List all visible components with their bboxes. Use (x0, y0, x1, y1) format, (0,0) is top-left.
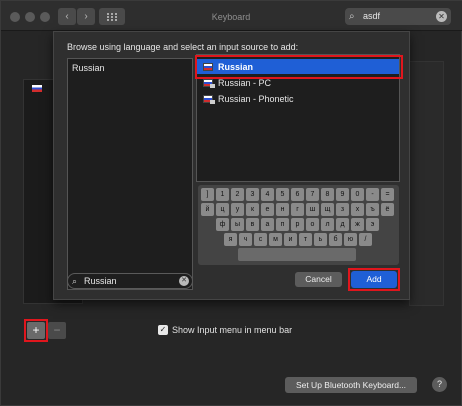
key: к (246, 203, 259, 216)
key: ц (216, 203, 229, 216)
key: 5 (276, 188, 289, 201)
us-flag-icon (32, 85, 42, 92)
sheet-prompt: Browse using language and select an inpu… (67, 42, 299, 52)
keyboard-row-2: й ц у к е н г ш щ з х ъ ё (201, 203, 394, 216)
key: з (336, 203, 349, 216)
language-search-value: Russian (84, 276, 117, 286)
key: 3 (246, 188, 259, 201)
key: в (246, 218, 259, 231)
add-button-highlight (348, 268, 400, 291)
key: я (224, 233, 237, 246)
keyboard-row-5 (238, 248, 356, 261)
key: ю (344, 233, 357, 246)
key: х (351, 203, 364, 216)
show-input-menu-label: Show Input menu in menu bar (172, 325, 293, 335)
key: ы (231, 218, 244, 231)
setup-bluetooth-keyboard-button[interactable]: Set Up Bluetooth Keyboard... (285, 377, 417, 393)
key: ъ (366, 203, 379, 216)
language-list[interactable]: Russian (67, 58, 193, 290)
preferences-search-value: asdf (363, 11, 381, 21)
source-item-russian-phonetic[interactable]: Russian - Phonetic (197, 91, 399, 106)
key: т (299, 233, 312, 246)
key: о (306, 218, 319, 231)
key: 1 (216, 188, 229, 201)
forward-button[interactable]: › (77, 8, 95, 25)
key: щ (321, 203, 334, 216)
key: л (321, 218, 334, 231)
source-label: Russian - PC (218, 77, 272, 88)
key: ь (314, 233, 327, 246)
clear-search-icon[interactable]: ✕ (179, 276, 189, 286)
help-button[interactable]: ? (432, 377, 447, 392)
key: у (231, 203, 244, 216)
keyboard-row-1: ] 1 2 3 4 5 6 7 8 9 0 - = (201, 188, 394, 201)
window-title: Keyboard (211, 12, 251, 22)
close-window-button[interactable] (10, 12, 20, 22)
selected-source-highlight (195, 55, 403, 79)
key: р (291, 218, 304, 231)
key: й (201, 203, 214, 216)
key: 9 (336, 188, 349, 201)
key: 0 (351, 188, 364, 201)
language-search-field[interactable]: ⌕ Russian ✕ (67, 273, 193, 289)
key: ш (306, 203, 319, 216)
search-icon: ⌕ (72, 276, 78, 286)
clear-search-icon[interactable]: ✕ (436, 11, 447, 22)
key: а (261, 218, 274, 231)
show-all-button[interactable] (99, 8, 125, 25)
keyboard-layout-preview: ] 1 2 3 4 5 6 7 8 9 0 - = й ц у к е н г … (198, 185, 399, 265)
key: н (276, 203, 289, 216)
source-label: Russian - Phonetic (218, 93, 294, 104)
show-input-menu-option[interactable]: ✓ Show Input menu in menu bar (158, 325, 292, 335)
search-icon: ⌕ (349, 11, 355, 22)
key: 4 (261, 188, 274, 201)
russian-flag-icon (203, 78, 215, 88)
key: 7 (306, 188, 319, 201)
key: ё (381, 203, 394, 216)
key: ч (239, 233, 252, 246)
key: г (291, 203, 304, 216)
key: = (381, 188, 394, 201)
back-button[interactable]: ‹ (58, 8, 76, 25)
key: 8 (321, 188, 334, 201)
russian-flag-icon (203, 94, 215, 104)
language-item-russian[interactable]: Russian (72, 63, 105, 73)
show-input-menu-checkbox[interactable]: ✓ (158, 325, 168, 335)
key: ф (216, 218, 229, 231)
input-source-preview-panel (409, 61, 444, 306)
keyboard-preferences-window: ‹ › Keyboard ⌕ asdf ✕ + − ✓ Show Input m… (0, 0, 462, 406)
keyboard-row-4: я ч с м и т ь б ю / (224, 233, 372, 246)
key: б (329, 233, 342, 246)
key: э (366, 218, 379, 231)
spacebar-key (238, 248, 356, 261)
key: п (276, 218, 289, 231)
key: 2 (231, 188, 244, 201)
key: - (366, 188, 379, 201)
key: / (359, 233, 372, 246)
key: м (269, 233, 282, 246)
key: с (254, 233, 267, 246)
minimize-window-button[interactable] (25, 12, 35, 22)
key: е (261, 203, 274, 216)
remove-input-source-button[interactable]: − (48, 322, 66, 339)
add-button-highlight (24, 319, 48, 342)
key: д (336, 218, 349, 231)
title-bar: ‹ › Keyboard ⌕ asdf ✕ (1, 1, 462, 31)
zoom-window-button[interactable] (40, 12, 50, 22)
preferences-search-field[interactable]: ⌕ asdf ✕ (345, 8, 451, 25)
add-input-source-sheet: Browse using language and select an inpu… (53, 31, 410, 300)
cancel-button[interactable]: Cancel (295, 272, 342, 287)
key: и (284, 233, 297, 246)
key: 6 (291, 188, 304, 201)
keyboard-row-3: ф ы в а п р о л д ж э (216, 218, 379, 231)
key: ж (351, 218, 364, 231)
key: ] (201, 188, 214, 201)
